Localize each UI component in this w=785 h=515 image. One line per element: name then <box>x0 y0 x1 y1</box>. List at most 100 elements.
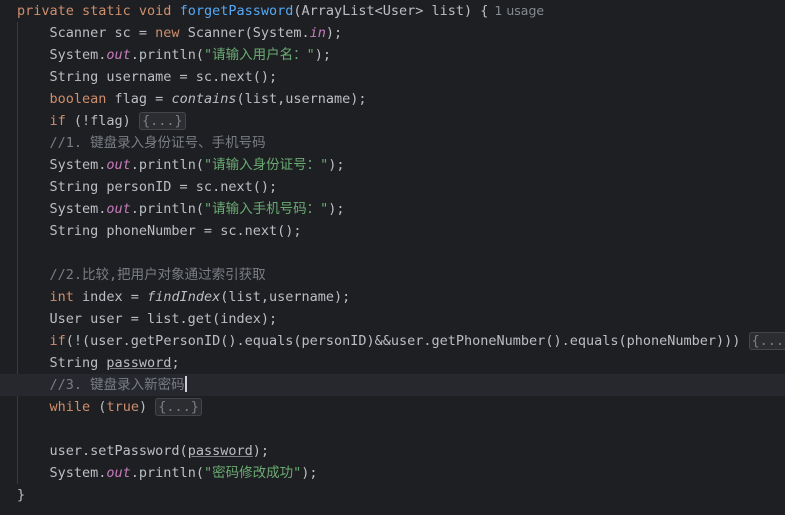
code-token: out <box>106 47 131 63</box>
code-editor[interactable]: private static void forgetPassword(Array… <box>0 0 785 515</box>
code-line[interactable]: //3. 键盘录入新密码 <box>0 374 785 396</box>
code-line[interactable]: String personID = sc.next(); <box>0 176 785 198</box>
code-token: ; <box>171 355 180 371</box>
code-line[interactable]: int index = findIndex(list,username); <box>0 286 785 308</box>
code-line[interactable]: System.out.println("请输入身份证号："); <box>0 154 785 176</box>
code-token: boolean <box>49 91 115 107</box>
code-text: String username = sc.next(); <box>17 66 278 88</box>
code-text: String password; <box>17 352 180 374</box>
code-line[interactable]: //2.比较,把用户对象通过索引获取 <box>0 264 785 286</box>
code-token: contains <box>171 91 237 107</box>
code-line[interactable]: if (!flag) {...} <box>0 110 785 132</box>
code-token: out <box>106 157 131 173</box>
code-text: boolean flag = contains(list,username); <box>17 88 367 110</box>
code-text: System.out.println("请输入用户名："); <box>17 44 331 66</box>
code-text: private static void forgetPassword(Array… <box>17 0 544 22</box>
code-token: Scanner sc = <box>17 25 156 41</box>
usage-hint[interactable]: 1 usage <box>494 3 544 18</box>
folded-code-block[interactable]: {...} <box>138 112 186 130</box>
code-token: password <box>106 355 172 371</box>
code-token: System. <box>17 157 107 173</box>
code-line[interactable]: System.out.println("请输入用户名："); <box>0 44 785 66</box>
code-token: ); <box>325 25 343 41</box>
code-token: ); <box>252 443 269 459</box>
code-token: while <box>49 399 99 415</box>
code-text: while (true) {...} <box>17 396 202 418</box>
code-token: User user = list.get(index); <box>17 311 278 327</box>
code-token: } <box>17 487 26 503</box>
code-token: ); <box>301 465 318 481</box>
code-token: "请输入用户名：" <box>203 47 315 63</box>
code-token: if <box>49 333 66 349</box>
code-token: flag = <box>114 91 172 107</box>
code-line[interactable]: } <box>0 484 785 506</box>
code-line[interactable]: User user = list.get(index); <box>0 308 785 330</box>
code-line[interactable]: if(!(user.getPersonID().equals(personID)… <box>0 330 785 352</box>
code-text: } <box>17 484 25 506</box>
code-token: (list,username); <box>236 91 367 107</box>
code-line[interactable]: String password; <box>0 352 785 374</box>
code-token: String <box>17 355 107 371</box>
code-text: System.out.println("密码修改成功"); <box>17 462 318 484</box>
code-token: forgetPassword <box>179 3 294 19</box>
code-text: String phoneNumber = sc.next(); <box>17 220 302 242</box>
code-token: .println( <box>130 157 204 173</box>
code-token: in <box>309 25 326 41</box>
code-text: //1. 键盘录入身份证号、手机号码 <box>17 132 266 154</box>
code-line[interactable]: System.out.println("密码修改成功"); <box>0 462 785 484</box>
code-token: //2.比较,把用户对象通过索引获取 <box>17 267 266 283</box>
code-line[interactable]: Scanner sc = new Scanner(System.in); <box>0 22 785 44</box>
code-token: //3. 键盘录入新密码 <box>17 377 185 393</box>
code-line[interactable]: user.setPassword(password); <box>0 440 785 462</box>
code-text: //2.比较,把用户对象通过索引获取 <box>17 264 266 286</box>
code-token: "密码修改成功" <box>203 465 302 481</box>
code-line[interactable] <box>0 418 785 440</box>
code-token: true <box>106 399 139 415</box>
code-text: String personID = sc.next(); <box>17 176 278 198</box>
code-text: User user = list.get(index); <box>17 308 278 330</box>
code-token: System. <box>17 201 107 217</box>
code-line[interactable]: //1. 键盘录入身份证号、手机号码 <box>0 132 785 154</box>
code-line[interactable]: System.out.println("请输入手机号码："); <box>0 198 785 220</box>
code-token: "请输入手机号码：" <box>203 201 329 217</box>
code-line[interactable]: String username = sc.next(); <box>0 66 785 88</box>
code-token: user.setPassword( <box>17 443 188 459</box>
code-token: ); <box>328 157 345 173</box>
code-line[interactable]: while (true) {...} <box>0 396 785 418</box>
code-line[interactable] <box>0 242 785 264</box>
code-token: if <box>49 113 74 129</box>
code-token: index = <box>82 289 148 305</box>
code-token: .println( <box>130 47 204 63</box>
code-text: int index = findIndex(list,username); <box>17 286 351 308</box>
code-text: //3. 键盘录入新密码 <box>17 374 187 396</box>
code-token: System. <box>17 47 107 63</box>
code-line[interactable]: String phoneNumber = sc.next(); <box>0 220 785 242</box>
code-line[interactable]: private static void forgetPassword(Array… <box>0 0 785 22</box>
code-token: findIndex <box>147 289 221 305</box>
code-token: (!(user.getPersonID().equals(personID)&&… <box>65 333 749 349</box>
code-text: System.out.println("请输入手机号码："); <box>17 198 345 220</box>
code-token: ) <box>138 399 156 415</box>
code-text: if(!(user.getPersonID().equals(personID)… <box>17 330 785 352</box>
code-token: .println( <box>130 465 204 481</box>
text-caret <box>184 376 187 392</box>
folded-code-block[interactable]: {...} <box>155 398 202 416</box>
code-token: (!flag) <box>73 113 139 129</box>
code-token: (list,username); <box>220 289 351 305</box>
code-token: int <box>49 289 83 305</box>
code-token: Scanner(System. <box>187 25 310 41</box>
code-token: //1. 键盘录入身份证号、手机号码 <box>17 135 266 151</box>
code-token: String personID = sc.next(); <box>17 179 278 195</box>
code-token: new <box>155 25 188 41</box>
code-text: if (!flag) {...} <box>17 110 186 132</box>
code-token: password <box>187 443 253 459</box>
folded-code-block[interactable]: {...} <box>748 332 785 350</box>
code-token: out <box>106 465 131 481</box>
code-line[interactable]: boolean flag = contains(list,username); <box>0 88 785 110</box>
code-text: Scanner sc = new Scanner(System.in); <box>17 22 343 44</box>
